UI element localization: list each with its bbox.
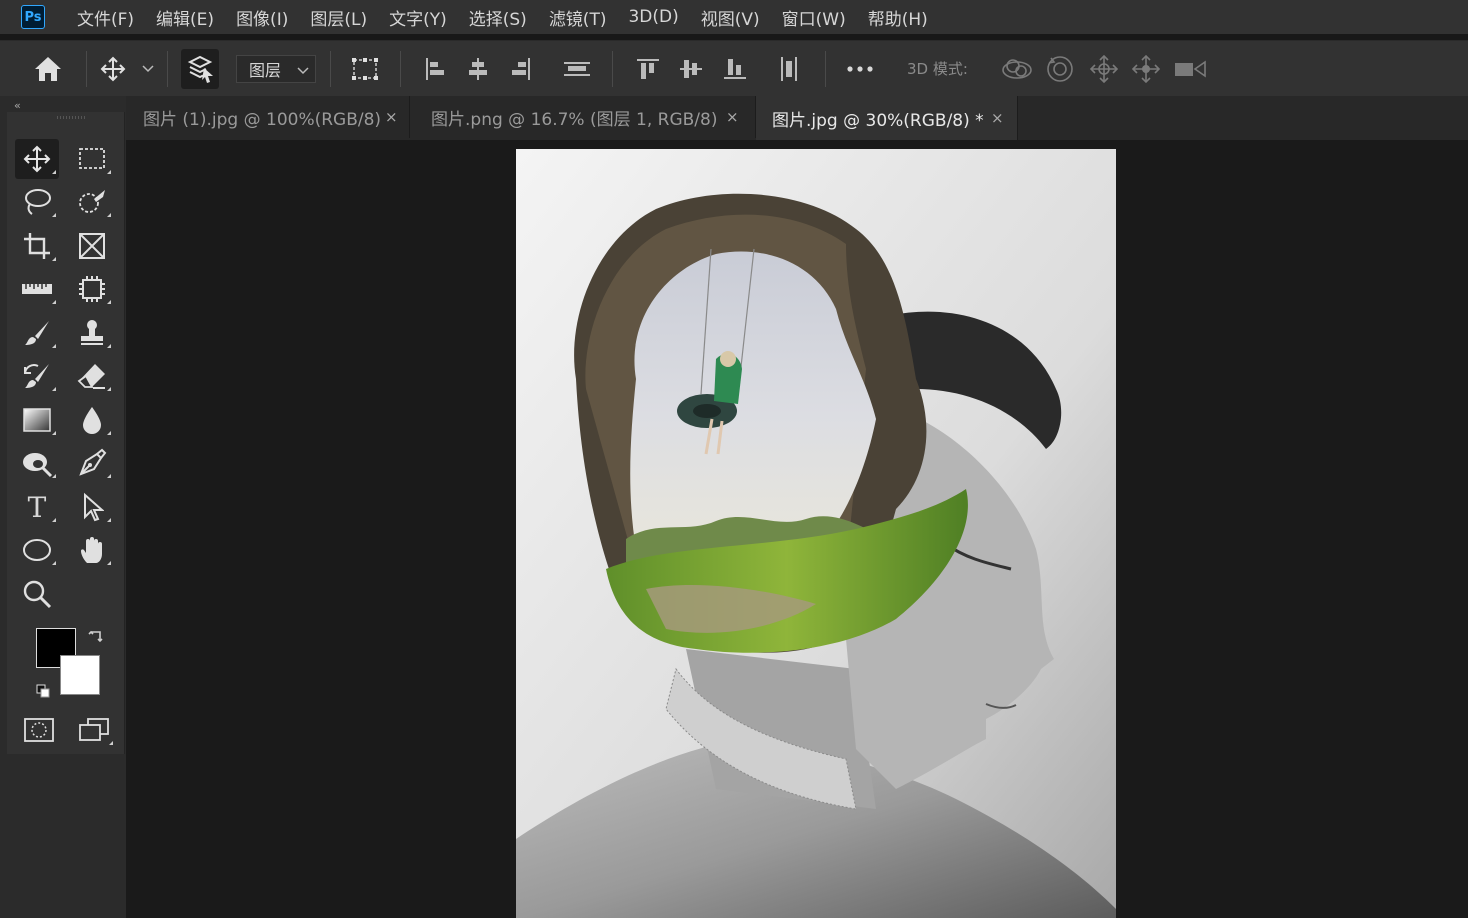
auto-select-target-value: 图层 — [249, 61, 282, 80]
history-brush-tool[interactable] — [15, 356, 59, 396]
menu-bar: Ps 文件(F) 编辑(E) 图像(I) 图层(L) 文字(Y) 选择(S) 滤… — [0, 0, 1468, 34]
document-tab-3-active[interactable]: 图片.jpg @ 30%(RGB/8) * × — [756, 96, 1018, 140]
home-icon[interactable] — [28, 41, 68, 97]
menu-edit[interactable]: 编辑(E) — [145, 5, 225, 30]
quick-selection-tool[interactable] — [70, 182, 114, 222]
transform-controls-icon[interactable] — [347, 41, 383, 97]
slide-3d-icon[interactable] — [1128, 41, 1164, 97]
align-vertical-center-icon[interactable] — [676, 41, 706, 97]
eraser-tool[interactable] — [70, 356, 114, 396]
document-tab-2[interactable]: 图片.png @ 16.7% (图层 1, RGB/8) × — [414, 96, 756, 138]
align-right-icon[interactable] — [506, 41, 536, 97]
default-colors-icon[interactable] — [32, 680, 54, 702]
menu-file[interactable]: 文件(F) — [66, 5, 145, 30]
brush-tool[interactable] — [15, 313, 59, 353]
crop-tool[interactable] — [15, 226, 59, 266]
close-icon[interactable]: × — [991, 109, 1004, 127]
align-top-icon[interactable] — [633, 41, 663, 97]
align-bottom-icon[interactable] — [720, 41, 750, 97]
options-bar: 图层 3D 模式: — [0, 40, 1468, 98]
scale-3d-video-icon[interactable] — [1170, 41, 1210, 97]
menu-image[interactable]: 图像(I) — [225, 5, 299, 30]
hand-tool[interactable] — [70, 530, 114, 570]
document-tab-bar: 图片 (1).jpg @ 100%(RGB/8) × 图片.png @ 16.7… — [126, 96, 1468, 140]
menu-3d[interactable]: 3D(D) — [617, 7, 689, 27]
content-aware-patch-icon[interactable] — [70, 269, 114, 309]
swap-colors-icon[interactable] — [85, 626, 107, 648]
dodge-tool[interactable] — [15, 443, 59, 483]
toolbar-grip[interactable] — [57, 116, 85, 119]
gradient-tool[interactable] — [15, 400, 59, 440]
auto-select-layers-icon[interactable] — [180, 41, 220, 97]
background-color-swatch[interactable] — [60, 655, 100, 695]
tab-label: 图片 (1).jpg @ 100%(RGB/8) — [143, 109, 382, 130]
menu-layer[interactable]: 图层(L) — [299, 5, 378, 30]
align-left-icon[interactable] — [420, 41, 450, 97]
lasso-tool[interactable] — [15, 182, 59, 222]
blur-tool[interactable] — [70, 400, 114, 440]
pen-tool[interactable] — [70, 443, 114, 483]
ruler-tool[interactable] — [15, 269, 59, 309]
close-icon[interactable]: × — [726, 108, 739, 126]
path-selection-tool[interactable] — [70, 487, 114, 527]
type-tool-glyph: T — [27, 490, 47, 524]
rectangular-marquee-tool[interactable] — [70, 139, 114, 179]
screen-mode-icon[interactable] — [72, 710, 116, 750]
distribute-vertical-icon[interactable] — [560, 41, 594, 97]
drag-3d-icon[interactable] — [1086, 41, 1122, 97]
type-tool[interactable]: T — [15, 487, 59, 527]
document-canvas-image[interactable] — [516, 149, 1116, 918]
photoshop-logo[interactable]: Ps — [21, 5, 45, 29]
orbit-3d-icon[interactable] — [998, 41, 1036, 97]
roll-3d-icon[interactable] — [1042, 41, 1078, 97]
align-horizontal-center-icon[interactable] — [463, 41, 493, 97]
menu-type[interactable]: 文字(Y) — [378, 5, 458, 30]
tab-label: 图片.png @ 16.7% (图层 1, RGB/8) — [431, 109, 718, 130]
clone-stamp-tool[interactable] — [70, 313, 114, 353]
mode-3d-label: 3D 模式: — [907, 60, 968, 78]
menu-view[interactable]: 视图(V) — [690, 5, 771, 30]
collapse-panel-icon[interactable]: ‹‹ — [14, 99, 21, 112]
move-tool[interactable] — [15, 139, 59, 179]
chevron-down-icon[interactable] — [138, 41, 158, 97]
menu-select[interactable]: 选择(S) — [458, 5, 538, 30]
ellipse-tool[interactable] — [15, 530, 59, 570]
chevron-down-icon — [297, 60, 309, 79]
auto-select-target-dropdown[interactable]: 图层 — [236, 55, 316, 83]
zoom-tool[interactable] — [15, 574, 59, 614]
tab-label: 图片.jpg @ 30%(RGB/8) * — [772, 110, 984, 131]
menu-window[interactable]: 窗口(W) — [771, 5, 857, 30]
document-tab-1[interactable]: 图片 (1).jpg @ 100%(RGB/8) × — [126, 96, 410, 138]
more-icon[interactable] — [843, 41, 877, 97]
frame-tool[interactable] — [70, 226, 114, 266]
move-icon[interactable] — [96, 41, 130, 97]
distribute-horizontal-icon[interactable] — [774, 41, 804, 97]
close-icon[interactable]: × — [385, 108, 398, 126]
quick-mask-icon[interactable] — [17, 710, 61, 750]
menu-filter[interactable]: 滤镜(T) — [538, 5, 618, 30]
menu-help[interactable]: 帮助(H) — [857, 5, 939, 30]
